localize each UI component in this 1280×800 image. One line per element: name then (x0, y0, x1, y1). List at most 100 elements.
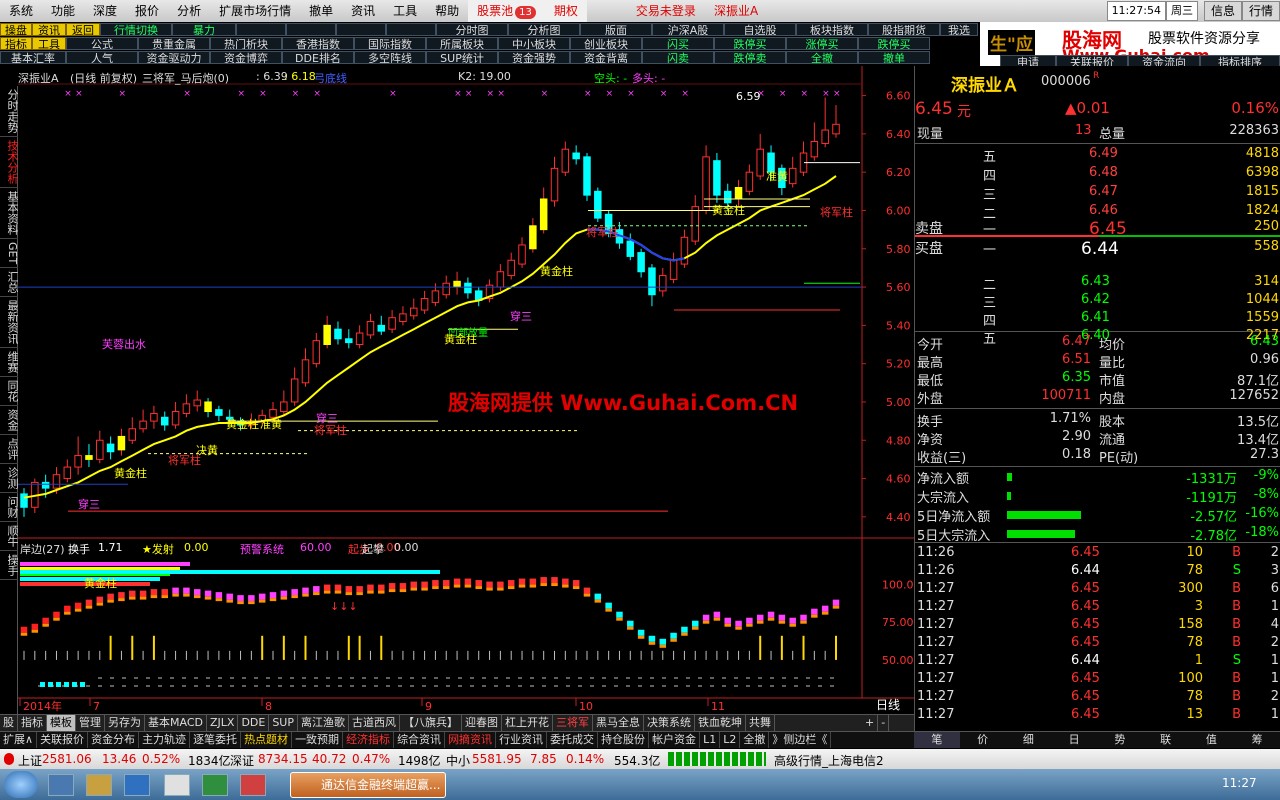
toolbar1-button-8[interactable] (386, 23, 436, 36)
toolbar3-button-7[interactable]: 资金强势 (498, 51, 570, 64)
toolbar3-button-6[interactable]: SUP统计 (426, 51, 498, 64)
toolbar2-button-7[interactable]: 所属板块 (426, 37, 498, 50)
toolbar1-button-0[interactable]: 操盘 (0, 23, 32, 36)
toolbar2-button-0[interactable]: 指标 (0, 37, 32, 50)
left-tab-5[interactable]: 最新资讯 (0, 297, 19, 349)
menu-system[interactable]: 系统 (0, 0, 42, 22)
toolbar2-button-5[interactable]: 香港指数 (282, 37, 354, 50)
start-button[interactable] (4, 771, 38, 798)
toolbar2-button-9[interactable]: 创业板块 (570, 37, 642, 50)
toolbar1-button-12[interactable]: 沪深A股 (652, 23, 724, 36)
link-tab-7[interactable]: 经济指标 (343, 732, 395, 748)
toolbar3-button-9[interactable]: 闪卖 (642, 51, 714, 64)
link-tab-14[interactable]: L1 (700, 732, 721, 748)
link-tab-11[interactable]: 委托成交 (547, 732, 599, 748)
toolbar1-button-9[interactable]: 分时图 (436, 23, 508, 36)
link-tab-1[interactable]: 关联报价 (37, 732, 89, 748)
menu-quote[interactable]: 报价 (126, 0, 168, 22)
toolbar1-button-2[interactable]: 返回 (66, 23, 100, 36)
toolbar1-button-3[interactable]: 行情切换 (100, 23, 172, 36)
formula-tab-0[interactable]: 股 (0, 715, 18, 731)
menu-analysis[interactable]: 分析 (168, 0, 210, 22)
formula-tab-16[interactable]: 决策系统 (644, 715, 695, 731)
menu-depth[interactable]: 深度 (84, 0, 126, 22)
left-tab-12[interactable]: 顺牛 (0, 522, 19, 552)
toolbar2-button-12[interactable]: 涨停买 (786, 37, 858, 50)
menu-function[interactable]: 功能 (42, 0, 84, 22)
taskbar-media-icon[interactable] (124, 774, 150, 796)
toolbar2-button-1[interactable]: 工具 (32, 37, 66, 50)
link-tab-12[interactable]: 持仓股份 (598, 732, 650, 748)
toolbar2-button-4[interactable]: 热门析块 (210, 37, 282, 50)
toolbar3-button-11[interactable]: 全撤 (786, 51, 858, 64)
left-tab-13[interactable]: 操手 (0, 551, 19, 581)
toolbar1-button-14[interactable]: 板块指数 (796, 23, 868, 36)
left-tab-2[interactable]: 基本资料 (0, 188, 19, 239)
quote-tab-0[interactable]: 笔 (914, 732, 960, 748)
toolbar2-button-11[interactable]: 跌停买 (714, 37, 786, 50)
link-tab-17[interactable]: 》侧边栏《 (769, 732, 832, 748)
link-tab-0[interactable]: 扩展∧ (0, 732, 38, 748)
warrant-button[interactable]: 期权 (544, 0, 587, 22)
link-tab-3[interactable]: 主力轨迹 (139, 732, 191, 748)
quote-tab-1[interactable]: 价 (960, 732, 1006, 748)
info-button[interactable]: 信息 (1203, 1, 1242, 21)
taskbar-red-icon[interactable] (240, 774, 266, 796)
toolbar2-button-10[interactable]: 闪买 (642, 37, 714, 50)
zoom-in-button[interactable]: + (862, 715, 879, 731)
formula-tab-5[interactable]: 基本MACD (145, 715, 207, 731)
toolbar2-button-13[interactable]: 跌停买 (858, 37, 930, 50)
quote-button[interactable]: 行情 (1241, 1, 1280, 21)
menu-extended-market[interactable]: 扩展市场行情 (210, 0, 300, 22)
link-tab-13[interactable]: 帐户资金 (649, 732, 701, 748)
toolbar3-button-0[interactable]: 基本汇率 (0, 51, 66, 64)
server-name[interactable]: 高级行情_上海电信2 (774, 752, 884, 769)
formula-tab-18[interactable]: 共舞 (746, 715, 775, 731)
formula-tab-13[interactable]: 杠上开花 (502, 715, 553, 731)
taskbar-folder-icon[interactable] (86, 774, 112, 796)
toolbar3-button-3[interactable]: 资金博弈 (210, 51, 282, 64)
left-tab-1[interactable]: 技术分析 (0, 137, 19, 188)
formula-tab-2[interactable]: 模板 (47, 715, 76, 731)
link-tab-2[interactable]: 资金分布 (88, 732, 140, 748)
formula-tab-9[interactable]: 离江渔歌 (298, 715, 349, 731)
toolbar2-button-6[interactable]: 国际指数 (354, 37, 426, 50)
quote-tab-4[interactable]: 势 (1097, 732, 1143, 748)
left-tab-11[interactable]: 问财 (0, 493, 19, 523)
toolbar1-button-13[interactable]: 自选股 (724, 23, 796, 36)
toolbar3-button-8[interactable]: 资金背离 (570, 51, 642, 64)
toolbar2-button-3[interactable]: 贵重金属 (138, 37, 210, 50)
menu-tools[interactable]: 工具 (384, 0, 426, 22)
toolbar3-button-10[interactable]: 跌停卖 (714, 51, 786, 64)
kline-chart[interactable]: × × × × × × × × × × × × × × × × × × × × × × × × 6.606.406.206.0… (18, 66, 914, 716)
link-tab-9[interactable]: 网摘资讯 (445, 732, 497, 748)
menu-cancel-order[interactable]: 撤单 (300, 0, 342, 22)
toolbar1-button-15[interactable]: 股指期货 (868, 23, 940, 36)
toolbar1-button-10[interactable]: 分析图 (508, 23, 580, 36)
toolbar1-button-16[interactable]: 我选 (940, 23, 978, 36)
login-status[interactable]: 交易未登录 (627, 0, 705, 22)
link-tab-15[interactable]: L2 (720, 732, 741, 748)
toolbar1-button-5[interactable] (236, 23, 286, 36)
toolbar3-button-4[interactable]: DDE排名 (282, 51, 354, 64)
formula-tab-7[interactable]: DDE (238, 715, 270, 731)
left-tab-9[interactable]: 点评 (0, 435, 19, 465)
taskbar-green-icon[interactable] (202, 774, 228, 796)
left-tab-8[interactable]: 资金 (0, 406, 19, 436)
period-label[interactable]: 日线 (862, 697, 914, 713)
formula-tab-8[interactable]: SUP (269, 715, 298, 731)
left-tab-7[interactable]: 同花 (0, 377, 19, 407)
toolbar1-button-4[interactable]: 暴力 (172, 23, 236, 36)
left-tab-3[interactable]: GET (0, 239, 19, 269)
toolbar1-button-1[interactable]: 资讯 (32, 23, 66, 36)
formula-tab-12[interactable]: 迎春图 (462, 715, 502, 731)
formula-tab-1[interactable]: 指标 (18, 715, 47, 731)
taskbar-active-window[interactable]: 通达信金融终端超赢... (290, 772, 446, 798)
formula-tab-10[interactable]: 古道西风 (349, 715, 400, 731)
menu-help[interactable]: 帮助 (426, 0, 468, 22)
toolbar1-button-7[interactable] (336, 23, 386, 36)
quote-tab-7[interactable]: 筹 (1234, 732, 1280, 748)
link-tab-10[interactable]: 行业资讯 (496, 732, 548, 748)
link-tab-8[interactable]: 综合资讯 (394, 732, 446, 748)
stock-pool-button[interactable]: 股票池 13 (468, 0, 545, 22)
